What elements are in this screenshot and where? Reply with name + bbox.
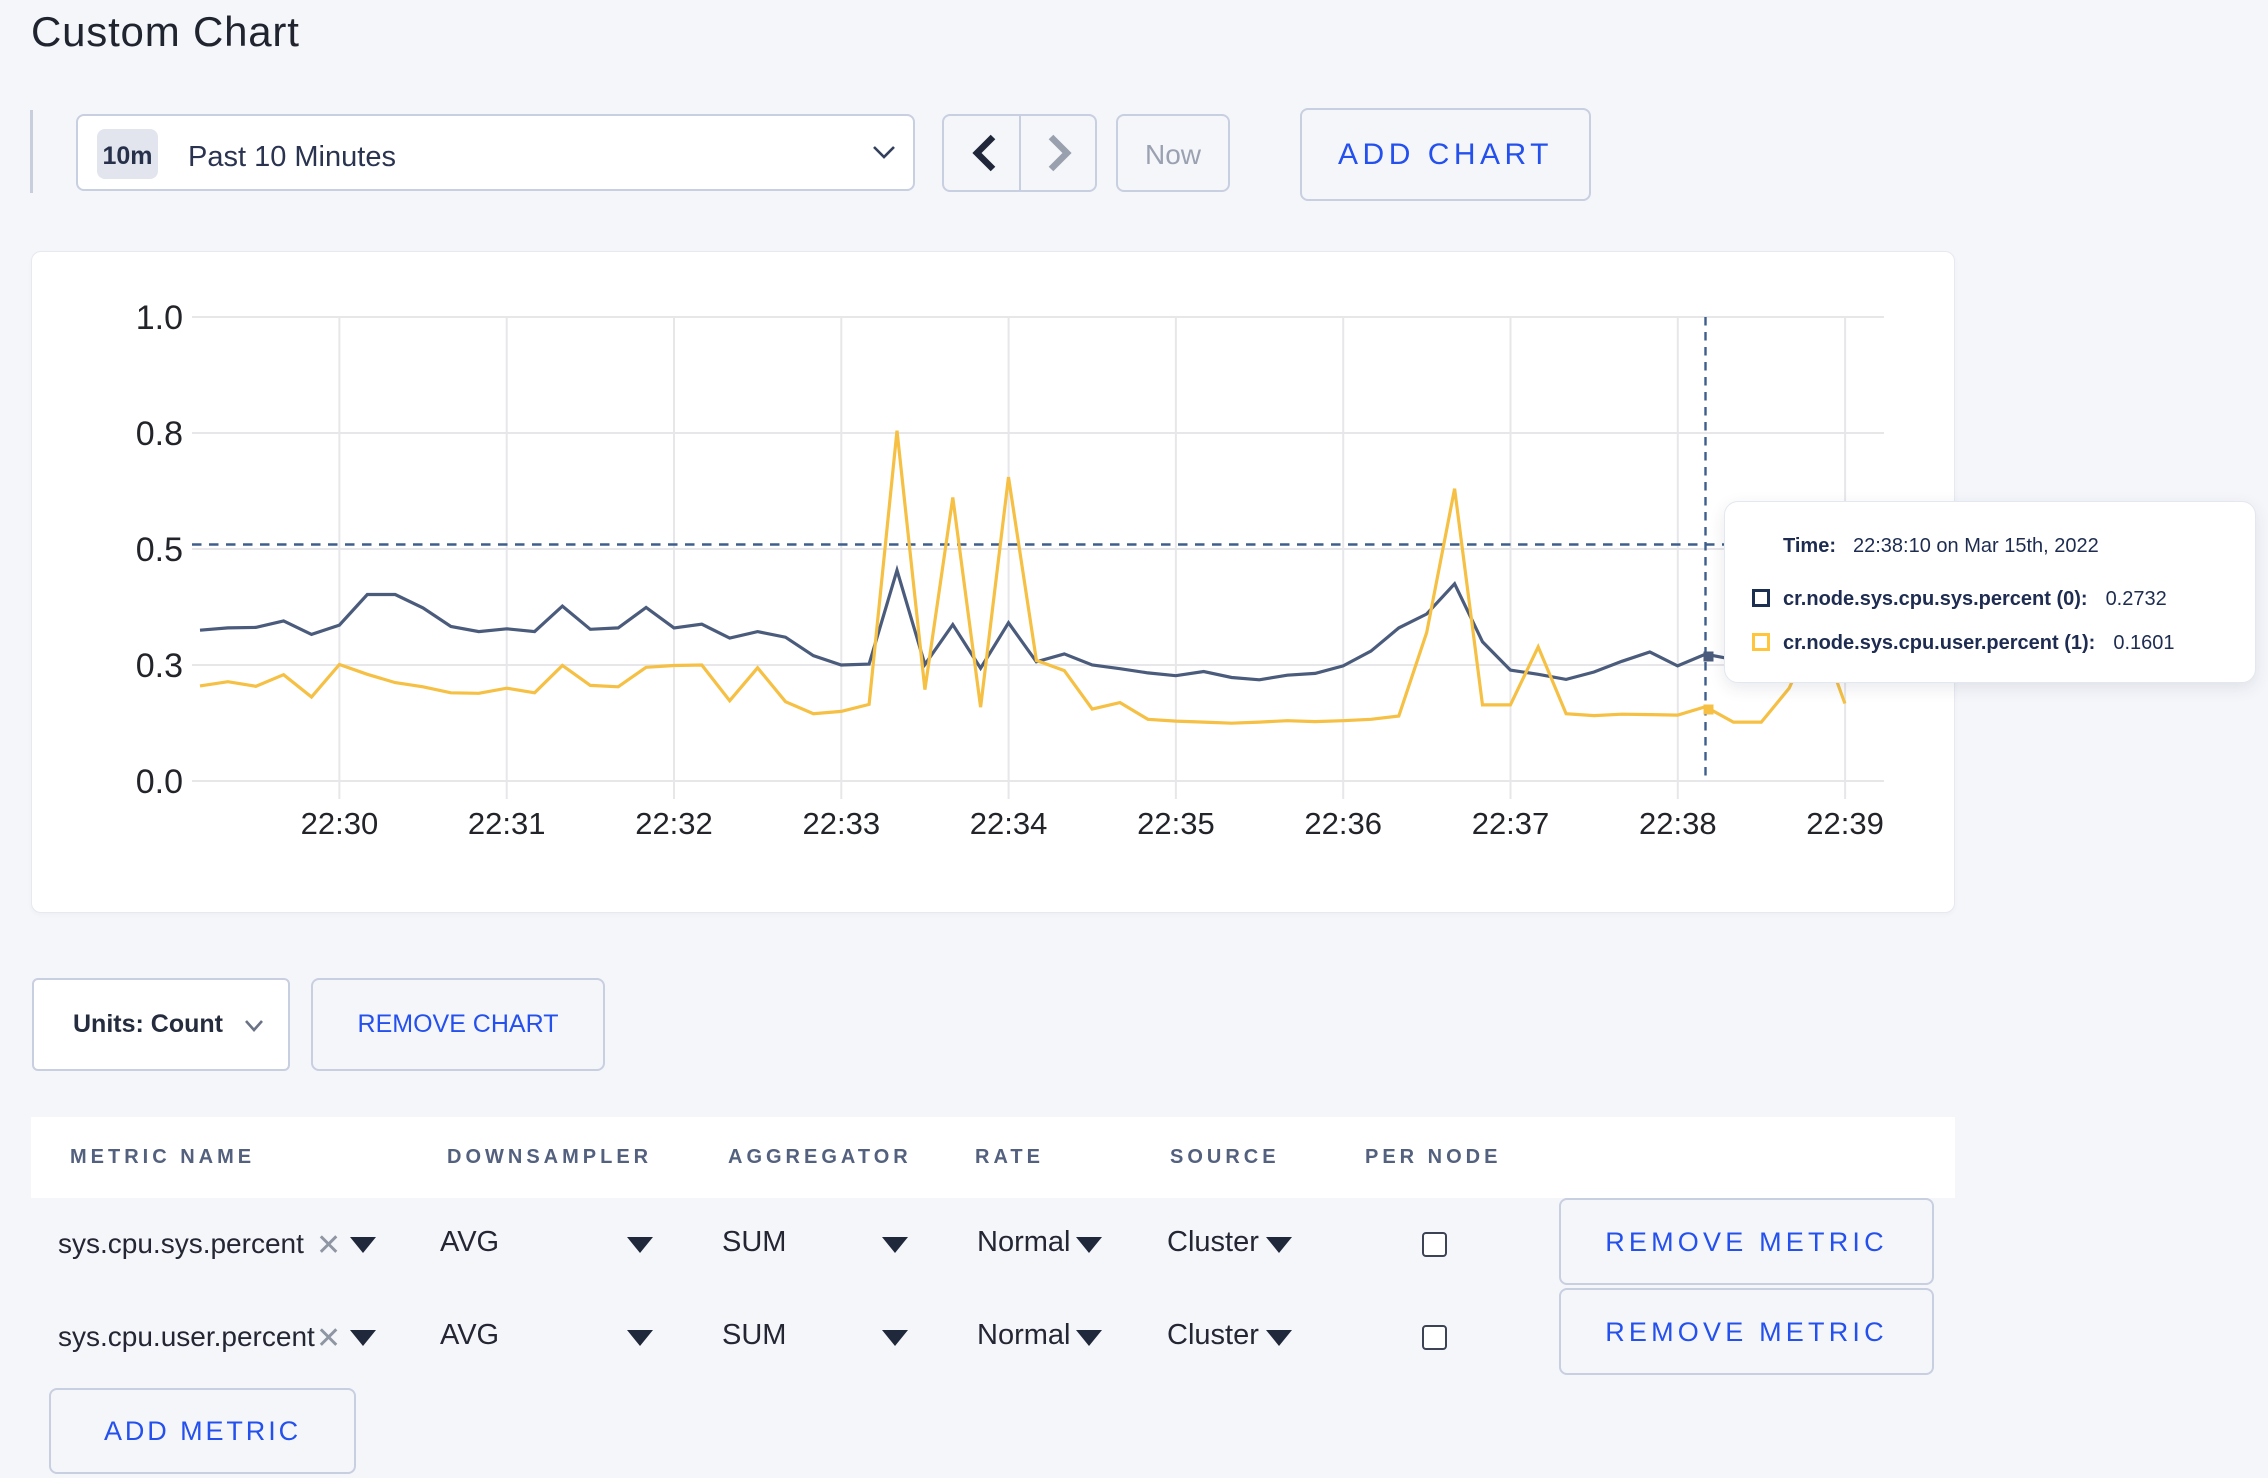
svg-text:0.5: 0.5 (136, 531, 183, 569)
svg-text:22:37: 22:37 (1472, 806, 1550, 841)
svg-text:22:33: 22:33 (803, 806, 881, 841)
svg-text:22:35: 22:35 (1137, 806, 1215, 841)
svg-text:22:36: 22:36 (1304, 806, 1382, 841)
svg-text:22:30: 22:30 (301, 806, 379, 841)
svg-text:22:34: 22:34 (970, 806, 1048, 841)
svg-text:1.0: 1.0 (136, 299, 183, 337)
svg-text:0.3: 0.3 (136, 647, 183, 685)
svg-text:22:31: 22:31 (468, 806, 546, 841)
svg-text:22:32: 22:32 (635, 806, 713, 841)
svg-text:22:38: 22:38 (1639, 806, 1717, 841)
svg-text:0.8: 0.8 (136, 415, 183, 453)
svg-text:22:39: 22:39 (1806, 806, 1884, 841)
svg-text:0.0: 0.0 (136, 763, 183, 801)
